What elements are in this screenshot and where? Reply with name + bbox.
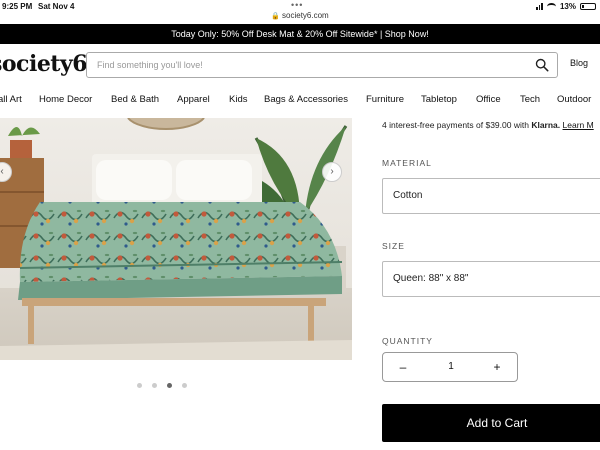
learn-more-link[interactable]: Learn M bbox=[563, 120, 594, 130]
nav-item-bed-bath[interactable]: Bed & Bath bbox=[111, 94, 159, 105]
gallery-dots bbox=[137, 383, 187, 388]
search-input[interactable] bbox=[87, 53, 507, 77]
nav-item-outdoor[interactable]: Outdoor bbox=[557, 94, 591, 105]
quantity-value[interactable]: 1 bbox=[439, 359, 463, 375]
quantity-increment-button[interactable]: + bbox=[489, 359, 505, 375]
status-date: Sat Nov 4 bbox=[38, 2, 75, 11]
battery-icon bbox=[580, 3, 596, 10]
product-image: ‹ › bbox=[0, 118, 352, 360]
nav-item-home-decor[interactable]: Home Decor bbox=[39, 94, 92, 105]
status-time: 9:25 PM bbox=[2, 2, 33, 11]
url-text: society6.com bbox=[282, 11, 329, 20]
promo-text: Today Only: 50% Off Desk Mat & 20% Off S… bbox=[171, 29, 429, 39]
nav-item-all-art[interactable]: all Art bbox=[0, 94, 22, 105]
address-bar[interactable]: 🔒 society6.com bbox=[0, 11, 600, 20]
search-bar bbox=[86, 52, 558, 78]
ios-status-bar: 9:25 PM Sat Nov 4 ••• 🔒 society6.com 13% bbox=[0, 0, 600, 24]
signal-icon bbox=[536, 3, 543, 10]
category-nav: all Art Home Decor Bed & Bath Apparel Ki… bbox=[0, 86, 600, 114]
quantity-decrement-button[interactable]: – bbox=[395, 359, 411, 375]
gallery-next-button[interactable]: › bbox=[322, 162, 342, 182]
product-options: 4 interest-free payments of $39.00 with … bbox=[382, 118, 600, 448]
nav-item-bags-accessories[interactable]: Bags & Accessories bbox=[264, 94, 348, 105]
nav-item-kids[interactable]: Kids bbox=[229, 94, 247, 105]
material-label: MATERIAL bbox=[382, 158, 432, 168]
gallery-dot[interactable] bbox=[137, 383, 142, 388]
nav-item-furniture[interactable]: Furniture bbox=[366, 94, 404, 105]
lock-icon: 🔒 bbox=[271, 13, 281, 20]
nav-item-apparel[interactable]: Apparel bbox=[177, 94, 210, 105]
site-header: society6 Blog bbox=[0, 44, 600, 86]
quantity-label: QUANTITY bbox=[382, 336, 433, 346]
gallery-dot[interactable] bbox=[182, 383, 187, 388]
nav-item-office[interactable]: Office bbox=[476, 94, 501, 105]
installments-info: 4 interest-free payments of $39.00 with … bbox=[382, 120, 594, 130]
material-select[interactable]: Cotton bbox=[382, 178, 600, 214]
size-select[interactable]: Queen: 88" x 88" bbox=[382, 261, 600, 297]
wifi-icon bbox=[546, 3, 556, 10]
nav-item-tech[interactable]: Tech bbox=[520, 94, 540, 105]
promo-banner[interactable]: Today Only: 50% Off Desk Mat & 20% Off S… bbox=[0, 24, 600, 44]
search-icon[interactable] bbox=[535, 58, 549, 72]
size-label: SIZE bbox=[382, 241, 405, 251]
multitask-dots-icon[interactable]: ••• bbox=[291, 0, 303, 10]
battery-percent: 13% bbox=[559, 2, 576, 11]
nav-item-tabletop[interactable]: Tabletop bbox=[421, 94, 457, 105]
add-to-cart-button[interactable]: Add to Cart bbox=[382, 404, 600, 442]
gallery-dot-active[interactable] bbox=[167, 383, 172, 388]
logo[interactable]: society6 bbox=[0, 51, 88, 77]
blog-link[interactable]: Blog bbox=[570, 58, 588, 68]
quantity-stepper: – 1 + bbox=[382, 352, 518, 382]
duvet-photo bbox=[0, 118, 352, 360]
gallery-dot[interactable] bbox=[152, 383, 157, 388]
status-indicators: 13% bbox=[536, 2, 596, 11]
installments-prefix: 4 interest-free payments of $39.00 with bbox=[382, 120, 532, 130]
klarna-label: Klarna. bbox=[531, 120, 561, 130]
